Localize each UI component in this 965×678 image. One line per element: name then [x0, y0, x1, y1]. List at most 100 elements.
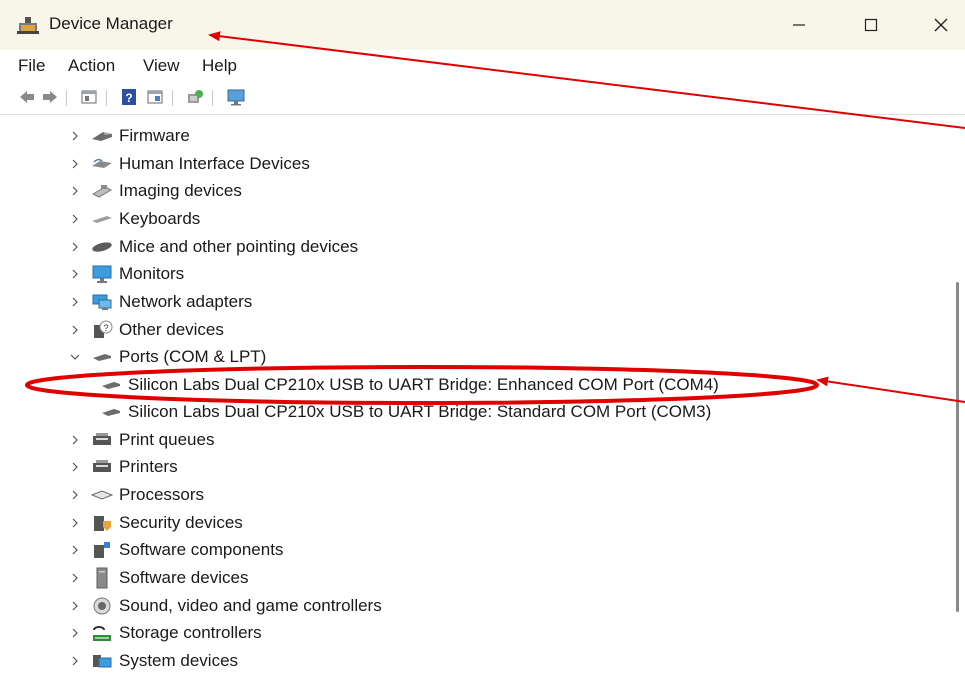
tree-item-label: System devices: [119, 650, 239, 670]
tree-item-security-devices[interactable]: Security devices: [65, 509, 243, 536]
tree-item-other-devices[interactable]: ? Other devices: [65, 316, 224, 343]
tree-item-storage-controllers[interactable]: Storage controllers: [65, 619, 262, 646]
tree-item-system-devices[interactable]: System devices: [65, 647, 238, 674]
chevron-right-icon[interactable]: [65, 430, 85, 450]
security-icon: [91, 513, 113, 533]
toolbar-separator: [106, 90, 107, 106]
menu-view[interactable]: View: [143, 56, 180, 76]
tree-item-label: Software devices: [119, 567, 249, 587]
device-manager-icon: [17, 15, 39, 35]
help-icon[interactable]: ?: [120, 88, 138, 106]
port-icon: [100, 402, 122, 422]
tree-item-label: Human Interface Devices: [119, 153, 310, 173]
menu-action[interactable]: Action: [68, 56, 115, 76]
svg-text:?: ?: [103, 323, 108, 333]
toolbar-separator: [212, 90, 213, 106]
printer-icon: [91, 457, 113, 477]
forward-icon[interactable]: [41, 88, 59, 106]
minimize-icon: [793, 24, 805, 26]
tree-item-label: Monitors: [119, 263, 185, 283]
tree-item-label: Print queues: [119, 429, 215, 449]
chevron-right-icon[interactable]: [65, 209, 85, 229]
tree-item-firmware[interactable]: Firmware: [65, 122, 190, 149]
tree-item-human-interface-devices[interactable]: Human Interface Devices: [65, 150, 310, 177]
tree-item-label: Ports (COM & LPT): [119, 346, 267, 366]
chevron-right-icon[interactable]: [65, 154, 85, 174]
tree-item-mice[interactable]: Mice and other pointing devices: [65, 233, 358, 260]
chevron-right-icon[interactable]: [65, 540, 85, 560]
tree-item-label: Software components: [119, 539, 284, 559]
chevron-right-icon[interactable]: [65, 292, 85, 312]
chevron-right-icon[interactable]: [65, 457, 85, 477]
maximize-icon: [864, 18, 878, 32]
back-icon[interactable]: [18, 88, 36, 106]
chevron-right-icon[interactable]: [65, 320, 85, 340]
close-icon: [934, 18, 948, 32]
tree-item-ports[interactable]: Ports (COM & LPT): [65, 343, 266, 370]
chevron-right-icon[interactable]: [65, 513, 85, 533]
tree-item-software-devices[interactable]: Software devices: [65, 564, 248, 591]
port-icon: [91, 347, 113, 367]
processor-icon: [91, 485, 113, 505]
tree-item-sound-video-game[interactable]: Sound, video and game controllers: [65, 592, 382, 619]
software-device-icon: [91, 567, 113, 588]
close-button[interactable]: [921, 10, 961, 40]
monitor-icon: [91, 264, 113, 284]
display-icon[interactable]: [226, 88, 245, 106]
chevron-right-icon[interactable]: [65, 651, 85, 671]
annotation-arrow-com4: [816, 376, 965, 403]
tree-item-label: Sound, video and game controllers: [119, 595, 382, 615]
tree-item-printers[interactable]: Printers: [65, 453, 178, 480]
tree-item-label: Silicon Labs Dual CP210x USB to UART Bri…: [128, 401, 712, 421]
properties-icon[interactable]: [80, 88, 98, 106]
keyboard-icon: [91, 209, 113, 229]
tree-item-software-components[interactable]: Software components: [65, 536, 283, 563]
tree-item-network-adapters[interactable]: Network adapters: [65, 288, 252, 315]
chevron-right-icon[interactable]: [65, 264, 85, 284]
chevron-right-icon[interactable]: [65, 568, 85, 588]
minimize-button[interactable]: [779, 10, 819, 40]
tree-item-label: Mice and other pointing devices: [119, 236, 359, 256]
tree-item-imaging-devices[interactable]: Imaging devices: [65, 177, 242, 204]
menu-bar: File Action View Help: [0, 50, 965, 82]
tree-item-label: Network adapters: [119, 291, 253, 311]
port-icon: [100, 375, 122, 395]
system-icon: [91, 651, 113, 671]
toolbar: ?: [0, 82, 965, 115]
tree-item-com3-port[interactable]: Silicon Labs Dual CP210x USB to UART Bri…: [100, 398, 711, 425]
chevron-right-icon[interactable]: [65, 485, 85, 505]
show-hidden-icon[interactable]: [146, 88, 164, 106]
printer-icon: [91, 430, 113, 450]
menu-file[interactable]: File: [18, 56, 45, 76]
chevron-right-icon[interactable]: [65, 237, 85, 257]
title-bar: Device Manager: [0, 0, 965, 50]
tree-item-com4-port[interactable]: Silicon Labs Dual CP210x USB to UART Bri…: [100, 371, 719, 398]
chevron-down-icon[interactable]: [65, 347, 85, 367]
svg-text:?: ?: [125, 91, 132, 105]
vertical-scrollbar[interactable]: [956, 282, 959, 612]
imaging-icon: [91, 181, 113, 201]
tree-item-keyboards[interactable]: Keyboards: [65, 205, 200, 232]
tree-item-label: Imaging devices: [119, 180, 242, 200]
sound-icon: [91, 596, 113, 616]
unknown-device-icon: ?: [91, 320, 113, 340]
chevron-right-icon[interactable]: [65, 596, 85, 616]
chevron-right-icon[interactable]: [65, 623, 85, 643]
chevron-right-icon[interactable]: [65, 126, 85, 146]
maximize-button[interactable]: [851, 10, 891, 40]
menu-help[interactable]: Help: [202, 56, 237, 76]
storage-icon: [91, 623, 113, 643]
network-icon: [91, 292, 113, 312]
tree-item-label: Printers: [119, 456, 178, 476]
tree-item-processors[interactable]: Processors: [65, 481, 204, 508]
toolbar-separator: [66, 90, 67, 106]
tree-item-label: Keyboards: [119, 208, 201, 228]
firmware-icon: [91, 126, 113, 146]
tree-item-print-queues[interactable]: Print queues: [65, 426, 214, 453]
window-title: Device Manager: [49, 14, 173, 33]
scan-hardware-icon[interactable]: [186, 88, 204, 106]
tree-item-monitors[interactable]: Monitors: [65, 260, 184, 287]
tree-item-label: Security devices: [119, 512, 243, 532]
tree-item-label: Firmware: [119, 125, 190, 145]
chevron-right-icon[interactable]: [65, 181, 85, 201]
